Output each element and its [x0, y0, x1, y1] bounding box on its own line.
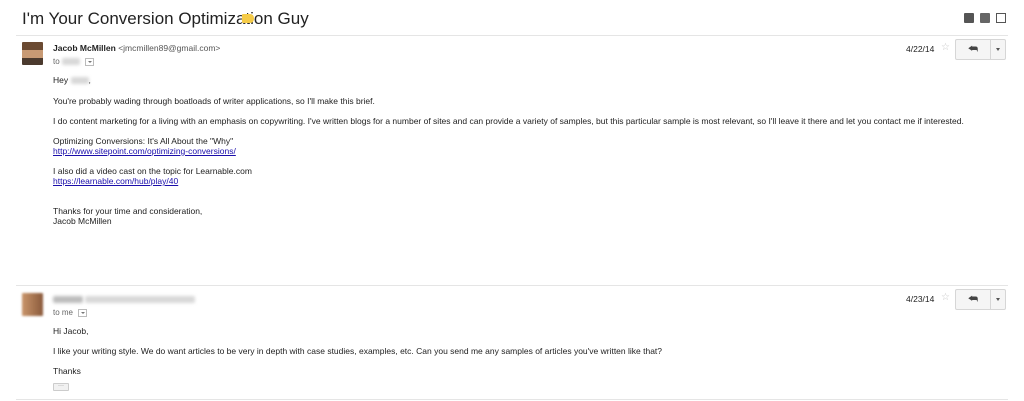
to-prefix: to me [53, 308, 74, 317]
reply-icon[interactable]: ⮪ [956, 40, 991, 59]
divider [16, 399, 1008, 400]
sender-email: <jmcmillen89@gmail.com> [118, 43, 221, 53]
email-subject: I'm Your Conversion Optimization Guy [22, 9, 309, 28]
message-body: Hi Jacob, I like your writing style. We … [53, 326, 973, 376]
more-actions-icon[interactable] [991, 40, 1005, 59]
divider [16, 35, 1008, 36]
sender-line [53, 294, 196, 304]
recipient-redacted [61, 58, 80, 66]
closing: Thanks [53, 366, 81, 376]
show-trimmed-content-button[interactable]: ··· [53, 383, 69, 391]
body-paragraph: I like your writing style. We do want ar… [53, 346, 663, 356]
sender-email-redacted [85, 296, 196, 304]
reply-icon[interactable]: ⮪ [956, 290, 991, 309]
article-link[interactable]: http://www.sitepoint.com/optimizing-conv… [53, 146, 236, 156]
sender-avatar [22, 42, 43, 65]
label-tag-icon[interactable] [242, 14, 254, 23]
closing: Thanks for your time and consideration, [53, 206, 203, 216]
details-dropdown-icon[interactable] [85, 57, 95, 66]
sender-line: Jacob McMillen <jmcmillen89@gmail.com> [53, 43, 220, 53]
recipient-name-redacted [70, 77, 89, 85]
body-paragraph: I also did a video cast on the topic for… [53, 166, 252, 176]
sender-name[interactable]: Jacob McMillen [53, 43, 116, 53]
message-date: 4/23/14 [906, 294, 935, 304]
reply-button-group: ⮪ [955, 289, 1006, 310]
details-dropdown-icon[interactable] [78, 308, 88, 317]
greeting: Hi Jacob, [53, 326, 89, 336]
star-icon[interactable]: ☆ [941, 293, 950, 303]
body-paragraph: I do content marketing for a living with… [53, 116, 964, 126]
print-icon[interactable] [980, 13, 990, 23]
to-prefix: to [53, 57, 60, 66]
recipient-line: to [53, 57, 95, 66]
divider [16, 285, 1008, 286]
sender-name-redacted[interactable] [53, 296, 83, 304]
message-date: 4/22/14 [906, 44, 935, 54]
archive-icon[interactable] [964, 13, 974, 23]
signature: Jacob McMillen [53, 216, 112, 226]
article-title: Optimizing Conversions: It's All About t… [53, 136, 234, 146]
top-actions [964, 13, 1006, 23]
star-icon[interactable]: ☆ [941, 43, 950, 53]
body-paragraph: You're probably wading through boatloads… [53, 96, 375, 106]
reply-button-group: ⮪ [955, 39, 1006, 60]
greeting: Hey , [53, 75, 91, 85]
more-actions-icon[interactable] [991, 290, 1005, 309]
video-link[interactable]: https://learnable.com/hub/play/40 [53, 176, 178, 186]
message-body: Hey , You're probably wading through boa… [53, 75, 973, 226]
sender-avatar [22, 293, 43, 316]
recipient-line: to me [53, 308, 88, 317]
new-window-icon[interactable] [996, 13, 1006, 23]
